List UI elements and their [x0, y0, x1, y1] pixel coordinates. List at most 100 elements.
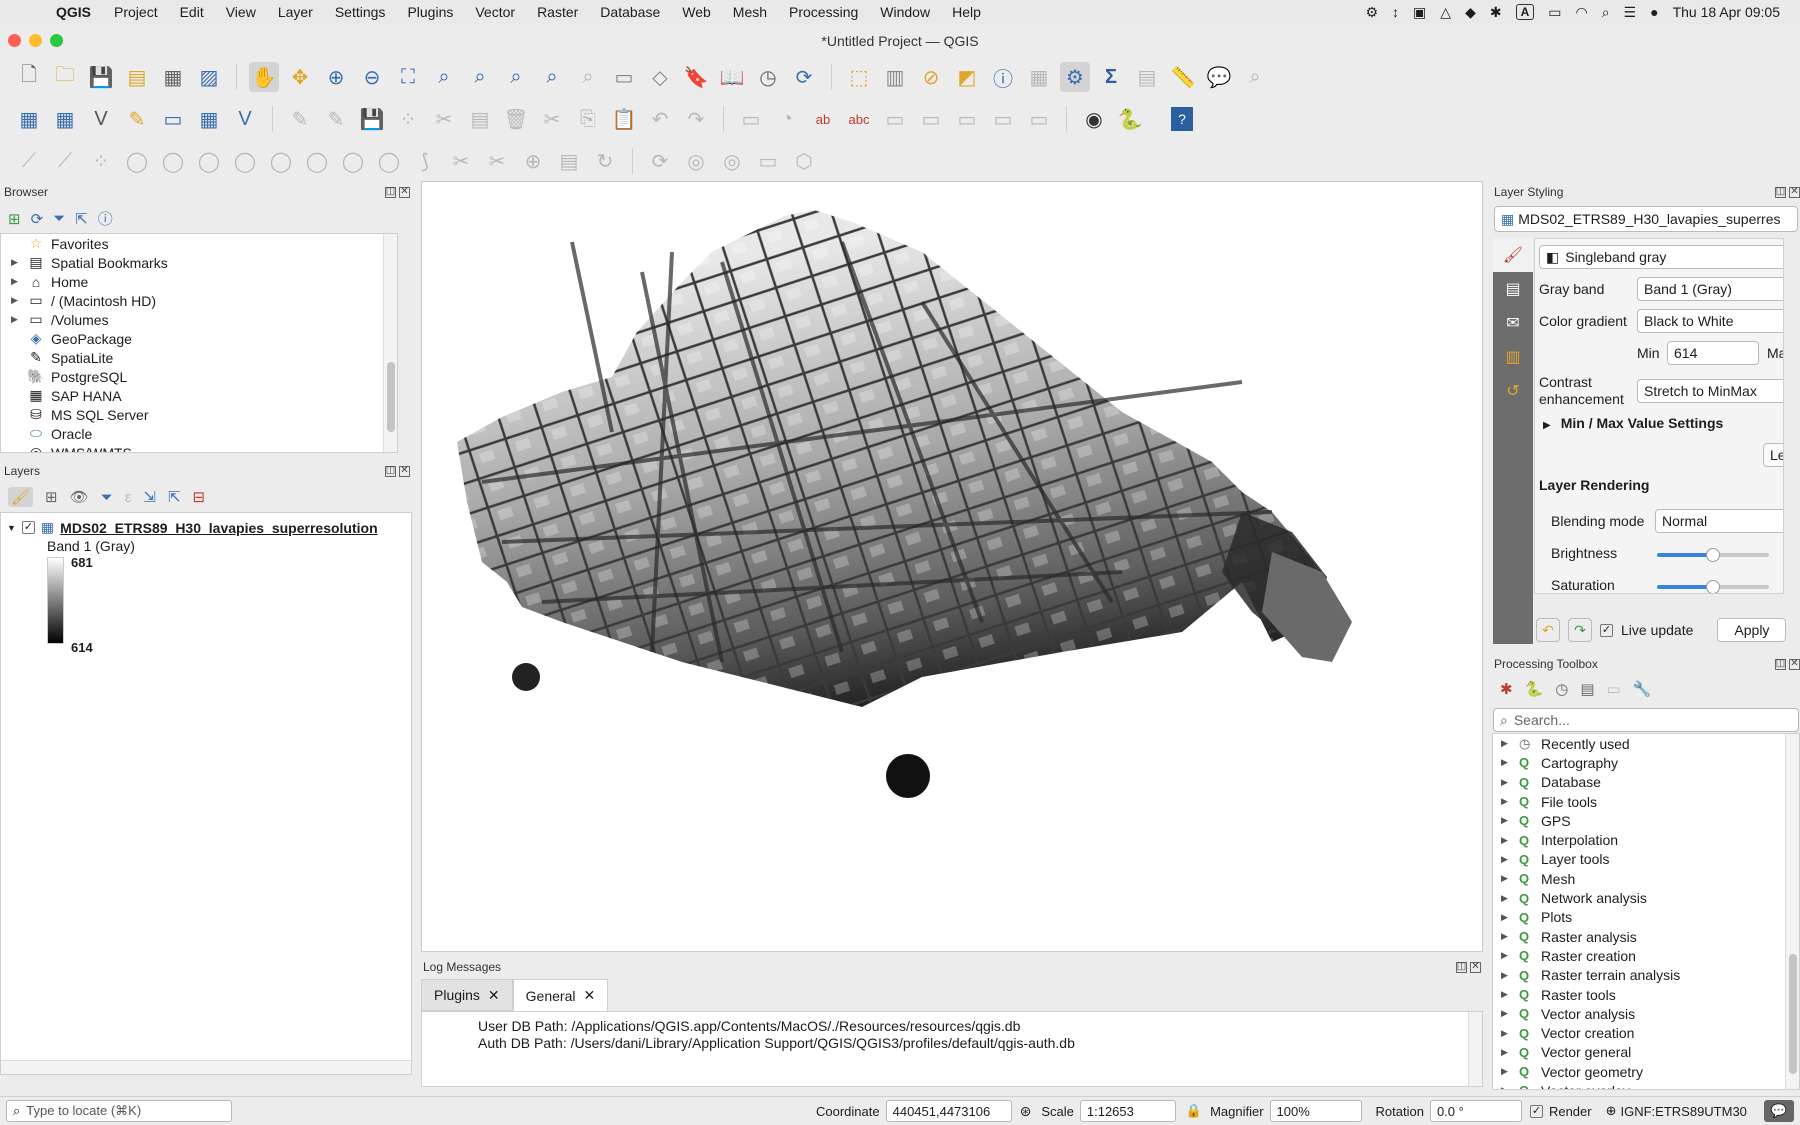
help-icon[interactable]: ? [1171, 107, 1193, 131]
zoom-to-layer-icon[interactable]: ⌕ [465, 62, 495, 92]
processing-group[interactable]: ▶ Q Network analysis [1493, 888, 1799, 907]
saturation-slider-handle[interactable] [1706, 580, 1720, 593]
expand-all-icon[interactable]: ⇲ [143, 488, 156, 506]
history-icon[interactable]: ◷ [1555, 680, 1568, 698]
collapse-arrow-icon[interactable]: ▼ [7, 523, 16, 533]
undo-icon[interactable]: ↶ [1536, 618, 1560, 642]
browser-item[interactable]: ◎ WMS/WMTS [1, 443, 397, 452]
expand-arrow-icon[interactable]: ▶ [1501, 738, 1519, 749]
change-label-icon[interactable]: ▭ [1024, 104, 1054, 134]
split-parts-icon[interactable]: ✂ [482, 146, 512, 176]
expand-arrow-icon[interactable]: ▶ [1501, 835, 1519, 846]
select-by-location-icon[interactable]: ◩ [952, 62, 982, 92]
menu-view[interactable]: View [215, 4, 267, 20]
float-panel-icon[interactable]: ◫ [1456, 961, 1467, 973]
scale-dropdown[interactable]: 1:12653 [1079, 1100, 1176, 1122]
expand-arrow-icon[interactable]: ▶ [1501, 912, 1519, 923]
apply-button[interactable]: Apply [1717, 618, 1787, 642]
dropbox-icon[interactable]: ◆ [1465, 4, 1476, 21]
menu-web[interactable]: Web [671, 4, 722, 20]
zoom-in-icon[interactable]: ⊕ [321, 62, 351, 92]
redo-icon[interactable]: ↷ [1568, 618, 1592, 642]
map-tips-icon[interactable]: 💬 [1204, 62, 1234, 92]
magnifier-input[interactable]: 100% [1269, 1100, 1362, 1122]
new-virtual-layer-icon[interactable]: ▭ [158, 104, 188, 134]
digitize-segment-icon[interactable]: ⟋ [50, 146, 80, 176]
rectangle-tool-icon[interactable]: ▭ [753, 146, 783, 176]
menu-help[interactable]: Help [941, 4, 992, 20]
new-temporary-layer-icon[interactable]: ✎ [122, 104, 152, 134]
minimize-window-button[interactable] [29, 34, 42, 47]
processing-group[interactable]: ▶ Q File tools [1493, 792, 1799, 811]
fill-ring-icon[interactable]: ◯ [194, 146, 224, 176]
gray-band-dropdown[interactable]: Band 1 (Gray) [1637, 277, 1783, 301]
trace-icon[interactable]: ⟳ [645, 146, 675, 176]
histogram-tab-icon[interactable]: ✉ [1493, 306, 1533, 340]
toggle-editing-icon[interactable]: ✎ [321, 104, 351, 134]
close-panel-icon[interactable]: ✕ [1789, 186, 1800, 198]
modify-attributes-icon[interactable]: ▤ [465, 104, 495, 134]
collapse-all-icon[interactable]: ⇱ [75, 210, 88, 228]
window-icon[interactable]: ▣ [1413, 4, 1426, 21]
browser-item[interactable]: ▶ ▭ /Volumes [1, 310, 397, 329]
processing-group[interactable]: ▶ Q Interpolation [1493, 830, 1799, 849]
browser-item[interactable]: ▶ ▭ / (Macintosh HD) [1, 291, 397, 310]
copy-features-icon[interactable]: ⎘ [573, 104, 603, 134]
expand-arrow-icon[interactable]: ▶ [1501, 989, 1519, 1000]
blending-mode-dropdown[interactable]: Normal [1655, 509, 1783, 533]
contrast-enhancement-dropdown[interactable]: Stretch to MinMax [1637, 379, 1783, 403]
menu-layer[interactable]: Layer [267, 4, 324, 20]
redo-icon[interactable]: ↷ [681, 104, 711, 134]
zoom-last-icon[interactable]: ⌕ [537, 62, 567, 92]
expand-arrow-icon[interactable]: ▶ [1501, 1028, 1519, 1039]
layer-name[interactable]: MDS02_ETRS89_H30_lavapies_superresolutio… [60, 520, 377, 536]
expand-arrow-icon[interactable]: ▶ [1501, 1047, 1519, 1058]
menu-vector[interactable]: Vector [464, 4, 526, 20]
select-features-icon[interactable]: ⬚ [844, 62, 874, 92]
circle-tool-icon[interactable]: ◎ [717, 146, 747, 176]
shape-digitize-icon[interactable]: ◎ [681, 146, 711, 176]
add-ring-icon[interactable]: ◯ [122, 146, 152, 176]
close-panel-icon[interactable]: ✕ [1470, 961, 1481, 973]
close-panel-icon[interactable]: ✕ [1789, 658, 1800, 670]
models-icon[interactable]: ✱ [1500, 680, 1513, 698]
menu-app-qgis[interactable]: QGIS [42, 4, 103, 20]
le-button[interactable]: Le [1763, 443, 1783, 467]
options-icon[interactable]: 🔧 [1633, 680, 1652, 698]
wifi-icon[interactable]: ◠ [1575, 4, 1587, 21]
battery-icon[interactable]: ▭ [1548, 4, 1561, 21]
add-selected-layers-icon[interactable]: ⊞ [8, 210, 21, 228]
layer-select-dropdown[interactable]: ▦ MDS02_ETRS89_H30_lavapies_superres [1494, 206, 1798, 232]
enable-properties-icon[interactable]: ⓘ [98, 208, 113, 229]
pan-icon[interactable]: ✋ [249, 62, 279, 92]
expand-arrow-icon[interactable]: ▶ [1501, 815, 1519, 826]
coordinate-input[interactable]: 440451,4473106 [885, 1100, 1012, 1122]
clock[interactable]: Thu 18 Apr 09:05 [1673, 4, 1780, 20]
processing-scrollbar[interactable] [1785, 734, 1799, 1089]
transparency-tab-icon[interactable]: ▤ [1493, 272, 1533, 306]
expand-arrow-icon[interactable]: ▶ [1501, 950, 1519, 961]
vertex-tool-icon[interactable]: ✂ [429, 104, 459, 134]
zoom-native-icon[interactable]: ⌕ [501, 62, 531, 92]
toggle-extents-icon[interactable]: ⊛ [1020, 1103, 1032, 1120]
filter-legend-icon[interactable]: ⏷ [101, 489, 113, 506]
delete-part-icon[interactable]: ◯ [266, 146, 296, 176]
layer-visibility-checkbox[interactable]: ✓ [21, 521, 35, 534]
minmax-settings-section[interactable]: ▶ Min / Max Value Settings [1543, 415, 1723, 431]
spotlight-icon[interactable]: ⌕ [1602, 4, 1610, 21]
menu-database[interactable]: Database [589, 4, 671, 20]
browser-scrollbar[interactable] [383, 234, 397, 452]
expand-arrow-icon[interactable]: ▶ [1501, 931, 1519, 942]
browser-item[interactable]: ▦ SAP HANA [1, 386, 397, 405]
filter-icon[interactable]: ⏷ [53, 210, 65, 227]
deselect-all-icon[interactable]: ⊘ [916, 62, 946, 92]
locator-icon[interactable]: ⌕ [1240, 62, 1270, 92]
move-label-icon[interactable]: ▭ [952, 104, 982, 134]
rotation-input[interactable]: 0.0 ° [1429, 1100, 1522, 1122]
browser-item[interactable]: ☆ Favorites [1, 234, 397, 253]
gear-icon[interactable]: ⚙ [1365, 4, 1378, 21]
tab-plugins[interactable]: Plugins ✕ [421, 979, 513, 1011]
symbology-tab-icon[interactable]: 🖌 [1493, 238, 1533, 272]
processing-search-input[interactable]: ⌕ Search... [1493, 708, 1799, 732]
open-project-icon[interactable]: 🗀 [50, 62, 80, 92]
